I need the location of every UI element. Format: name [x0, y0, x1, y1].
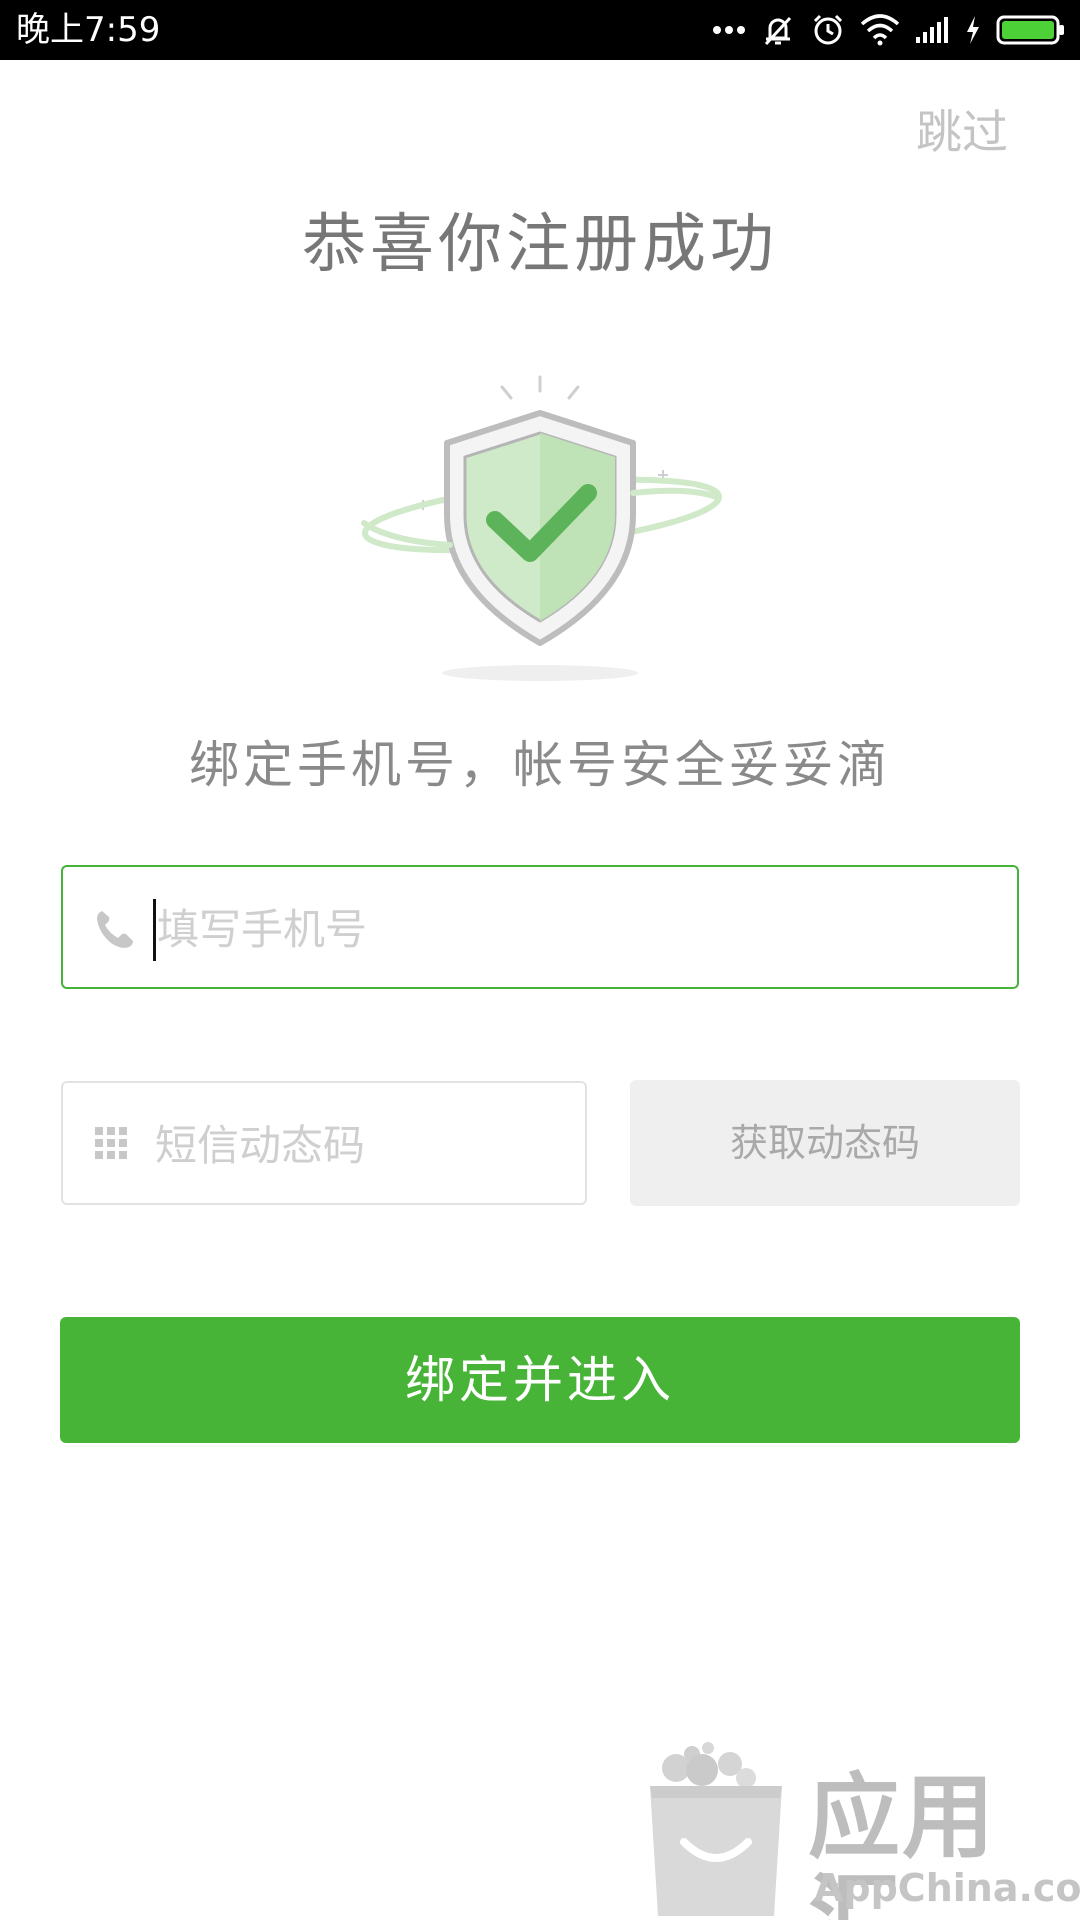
get-code-button[interactable]: 获取动态码 — [630, 1080, 1020, 1206]
more-dots-icon — [713, 26, 745, 34]
watermark-brand-en: AppChina.com — [814, 1866, 1080, 1910]
bind-phone-screen: 晚上7:59 跳过 恭喜你注册成功 绑定手机号，帐号安全妥妥滴 填写手机号 短信… — [0, 0, 1080, 1920]
battery-icon — [996, 15, 1064, 45]
phone-icon — [97, 911, 133, 948]
wifi-icon — [860, 14, 900, 46]
alarm-icon — [813, 14, 843, 45]
appchina-watermark: 应用汇 AppChina.com — [636, 1738, 1080, 1920]
charging-icon — [967, 16, 979, 44]
signal-icon — [916, 17, 948, 43]
sms-code-field[interactable]: 短信动态码 — [61, 1081, 587, 1205]
status-bar: 晚上7:59 — [0, 0, 1080, 60]
skip-button[interactable]: 跳过 — [916, 104, 1008, 160]
keypad-icon — [95, 1127, 127, 1159]
text-cursor — [153, 899, 156, 961]
shield-check-icon — [361, 375, 723, 681]
status-icons — [712, 8, 1066, 52]
sms-code-placeholder: 短信动态码 — [155, 1121, 366, 1170]
shield-check-illustration — [350, 365, 730, 685]
phone-number-field[interactable]: 填写手机号 — [61, 865, 1019, 989]
bind-and-enter-button[interactable]: 绑定并进入 — [60, 1317, 1020, 1443]
mute-icon — [764, 16, 792, 46]
page-title: 恭喜你注册成功 — [302, 208, 778, 282]
shopping-bag-logo-icon — [650, 1742, 782, 1916]
phone-placeholder: 填写手机号 — [157, 905, 368, 954]
subtitle: 绑定手机号，帐号安全妥妥滴 — [189, 736, 891, 794]
status-time: 晚上7:59 — [16, 10, 161, 50]
